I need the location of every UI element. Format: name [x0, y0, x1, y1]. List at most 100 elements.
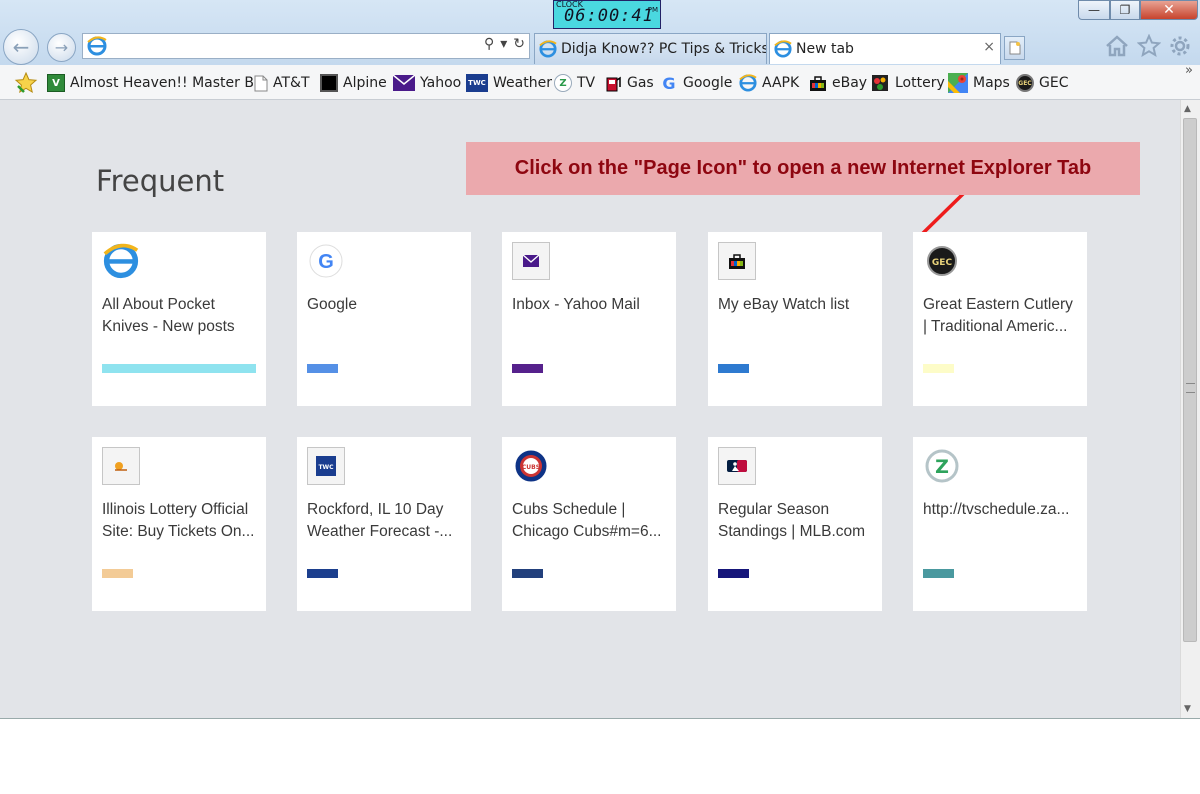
tile-title: Regular Season Standings | MLB.com [718, 501, 866, 540]
tile-color-bar [512, 569, 543, 578]
add-favorites-star-icon[interactable] [14, 72, 38, 94]
home-icon[interactable] [1104, 33, 1130, 59]
chevron-down-icon[interactable]: ▾ [500, 36, 507, 52]
overflow-chevron-icon[interactable]: » [1185, 63, 1193, 78]
tile-color-bar [102, 569, 133, 578]
back-button[interactable]: ← [3, 29, 39, 65]
mlb-icon [718, 447, 756, 485]
tab-new-tab[interactable]: New tab × [769, 33, 1001, 64]
page-icon [1009, 41, 1021, 55]
address-bar[interactable]: ⚲ ▾ ↻ [82, 33, 530, 59]
frequent-tile-mlb-standings[interactable]: Regular Season Standings | MLB.com [708, 437, 882, 611]
tile-color-bar [512, 364, 543, 373]
favorite-aapk[interactable]: AAPK [739, 73, 799, 93]
favorite-lottery[interactable]: Lottery [870, 73, 945, 93]
favorite-alpine[interactable]: Alpine [320, 73, 387, 93]
frequent-tile-ebay[interactable]: My eBay Watch list [708, 232, 882, 406]
instruction-callout: Click on the "Page Icon" to open a new I… [466, 142, 1140, 195]
bag-icon [718, 242, 756, 280]
minimize-button[interactable]: — [1078, 0, 1110, 20]
z-icon: Z [923, 447, 961, 485]
favorite-label: Lottery [895, 75, 945, 91]
favorites-star-icon[interactable] [1136, 33, 1162, 59]
google-icon: G [662, 73, 676, 93]
clock-ampm: PM [647, 6, 658, 14]
favorites-bar: V Almost Heaven!! Master B... AT&T Alpin… [0, 63, 1200, 100]
tile-color-bar [923, 569, 954, 578]
new-tab-button[interactable] [1004, 36, 1025, 60]
forward-button[interactable]: → [47, 33, 76, 62]
search-icon[interactable]: ⚲ [484, 36, 494, 52]
tile-color-bar [923, 364, 954, 373]
refresh-icon[interactable]: ↻ [513, 36, 525, 52]
window-bottom-border [0, 718, 1200, 719]
ie-icon [102, 242, 140, 280]
clock-time: 06:00:41 [564, 6, 654, 26]
mail-icon [393, 75, 415, 91]
favorite-almost-heaven[interactable]: V Almost Heaven!! Master B... [47, 73, 267, 93]
favorite-google[interactable]: G Google [660, 73, 732, 93]
tile-title: All About Pocket Knives - New posts [102, 296, 235, 335]
favorite-att[interactable]: AT&T [254, 73, 310, 93]
svg-text:TWC: TWC [318, 464, 334, 471]
gec-icon: GEC [923, 242, 961, 280]
tile-title: http://tvschedule.za... [923, 501, 1070, 518]
page-icon [254, 75, 268, 92]
scrollbar-thumb[interactable] [1183, 118, 1197, 642]
favorite-ebay[interactable]: eBay [809, 73, 867, 93]
tab-label: New tab [796, 41, 854, 57]
tile-color-bar [718, 364, 749, 373]
mail-icon [512, 242, 550, 280]
gec-icon: GEC [1016, 74, 1034, 92]
twc-icon: TWC [307, 447, 345, 485]
vertical-scrollbar[interactable]: ▲ ▼ [1180, 100, 1200, 718]
v-icon: V [47, 74, 65, 92]
tile-title: Google [307, 296, 357, 313]
tile-color-bar [718, 569, 749, 578]
favorite-tv[interactable]: Z TV [554, 73, 595, 93]
z-icon: Z [554, 74, 572, 92]
ie-icon [87, 36, 107, 60]
cubs-icon: CUBS [512, 447, 550, 485]
favorite-yahoo[interactable]: Yahoo [393, 73, 461, 93]
frequent-tile-illinois-lottery[interactable]: Illinois Lottery Official Site: Buy Tick… [92, 437, 266, 611]
maximize-button[interactable]: ❐ [1110, 0, 1140, 20]
scroll-down-arrow-icon[interactable]: ▼ [1184, 704, 1191, 714]
favorite-weather[interactable]: TWC Weather [466, 73, 552, 93]
twc-icon: TWC [466, 74, 488, 92]
tile-title: Cubs Schedule | Chicago Cubs#m=6... [512, 501, 662, 540]
gas-icon [604, 74, 622, 92]
tile-title: Inbox - Yahoo Mail [512, 296, 640, 313]
svg-text:G: G [318, 251, 334, 273]
lottery-icon [102, 447, 140, 485]
frequent-tile-google[interactable]: G Google [297, 232, 471, 406]
lottery-icon [870, 73, 890, 93]
favorite-gas[interactable]: Gas [604, 73, 654, 93]
frequent-tile-yahoo-mail[interactable]: Inbox - Yahoo Mail [502, 232, 676, 406]
frequent-tile-rockford-weather[interactable]: TWC Rockford, IL 10 Day Weather Forecast… [297, 437, 471, 611]
favorite-label: eBay [832, 75, 868, 91]
close-tab-icon[interactable]: × [983, 39, 995, 55]
ie-icon [739, 74, 757, 92]
frequent-tile-tvschedule[interactable]: Z http://tvschedule.za... [913, 437, 1087, 611]
new-tab-page: Frequent All About Pocket Knives - New p… [0, 100, 1180, 718]
maps-icon [948, 73, 968, 93]
tile-color-bar [102, 364, 256, 373]
gear-icon[interactable] [1167, 33, 1193, 59]
favorite-maps[interactable]: Maps [948, 73, 1010, 93]
tile-title: Great Eastern Cutlery | Traditional Amer… [923, 296, 1073, 335]
tab-didja-know[interactable]: Didja Know?? PC Tips & Tricks ... [534, 33, 767, 64]
favorite-label: AAPK [762, 75, 800, 91]
svg-text:GEC: GEC [932, 258, 953, 268]
grip-icon [1186, 383, 1195, 393]
scroll-up-arrow-icon[interactable]: ▲ [1184, 104, 1191, 114]
frequent-tile-great-eastern-cutlery[interactable]: GEC Great Eastern Cutlery | Traditional … [913, 232, 1087, 406]
clock-widget: CLOCK 06:00:41 PM [553, 0, 661, 29]
svg-text:Z: Z [935, 456, 949, 478]
frequent-tile-cubs-schedule[interactable]: CUBS Cubs Schedule | Chicago Cubs#m=6... [502, 437, 676, 611]
frequent-tile-pocket-knives[interactable]: All About Pocket Knives - New posts [92, 232, 266, 406]
close-window-button[interactable]: ✕ [1140, 0, 1198, 20]
favorite-label: TV [577, 75, 596, 91]
favorite-label: Weather [493, 75, 552, 91]
favorite-gec[interactable]: GEC GEC [1016, 73, 1068, 93]
